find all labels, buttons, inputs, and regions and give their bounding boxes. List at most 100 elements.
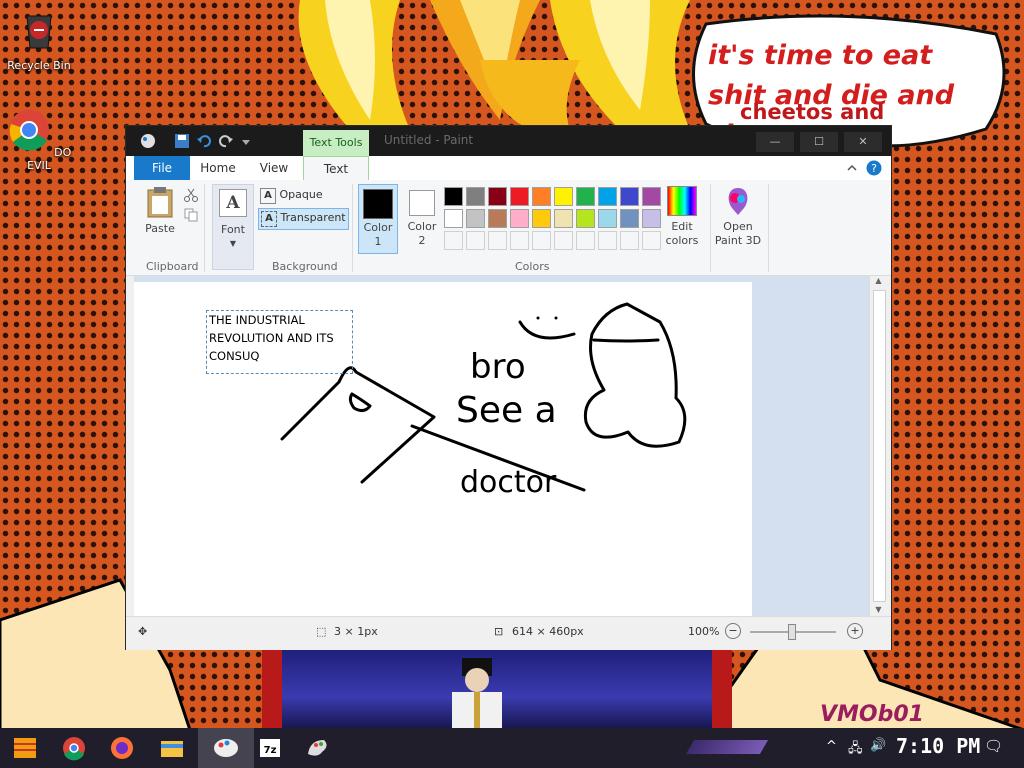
color1-swatch: [363, 189, 393, 219]
chrome-taskbar-icon[interactable]: [56, 732, 92, 764]
paint-app-taskbar-icon[interactable]: [300, 732, 336, 764]
tab-file[interactable]: File: [134, 156, 190, 180]
palette-swatch[interactable]: [466, 187, 485, 206]
zoom-in-button[interactable]: +: [847, 623, 863, 639]
palette-custom-slot[interactable]: [466, 231, 485, 250]
collapse-ribbon-icon[interactable]: [846, 162, 858, 174]
drawing-word-bro: bro: [470, 347, 526, 387]
palette-swatch[interactable]: [554, 209, 573, 228]
color2-button[interactable]: Color 2: [402, 184, 442, 254]
palette-swatch[interactable]: [488, 187, 507, 206]
zoom-out-button[interactable]: −: [725, 623, 741, 639]
help-icon[interactable]: ?: [866, 160, 882, 176]
desktop-icon-recycle-bin[interactable]: Recycle Bin: [4, 8, 74, 72]
canvas-area: bro See a doctor THE INDUSTRIAL REVOLUTI…: [134, 276, 876, 616]
paint-app-icon: [141, 134, 155, 148]
palette-swatch[interactable]: [532, 187, 551, 206]
palette-swatch[interactable]: [554, 187, 573, 206]
clipboard-group-label: Clipboard: [146, 260, 199, 273]
file-explorer-taskbar-icon[interactable]: [154, 732, 190, 764]
save-icon[interactable]: [174, 133, 190, 149]
palette-custom-slot[interactable]: [510, 231, 529, 250]
text-input-box[interactable]: THE INDUSTRIAL REVOLUTION AND ITS CONSUQ: [206, 310, 353, 374]
bubble-caption-overlap: cheetos and: [740, 100, 885, 124]
tab-text[interactable]: Text: [303, 156, 369, 180]
palette-swatch[interactable]: [576, 209, 595, 228]
contextual-tab-text-tools: Text Tools: [303, 130, 369, 156]
font-button[interactable]: A Font ▼: [212, 184, 254, 270]
scroll-up-icon[interactable]: ▲: [870, 276, 887, 285]
edit-colors-label: Edit colors: [665, 220, 699, 247]
canvas-text-line: THE INDUSTRIAL: [209, 313, 305, 327]
ribbon-tabs: File Home View Text ?: [126, 156, 891, 180]
close-button[interactable]: ✕: [844, 132, 882, 152]
copy-icon[interactable]: [184, 208, 198, 222]
palette-swatch[interactable]: [532, 209, 551, 228]
drawing-word-doctor: doctor: [460, 465, 557, 500]
cut-icon[interactable]: [184, 188, 198, 202]
font-label: Font: [221, 223, 245, 236]
paste-icon: [147, 187, 173, 218]
maximize-button[interactable]: ☐: [800, 132, 838, 152]
color2-swatch: [409, 190, 435, 216]
minimize-button[interactable]: —: [756, 132, 794, 152]
open-paint3d-button[interactable]: Open Paint 3D: [712, 186, 764, 248]
palette-swatch[interactable]: [620, 187, 639, 206]
edit-colors-button[interactable]: Edit colors: [660, 186, 704, 248]
scroll-thumb[interactable]: [873, 290, 886, 602]
vertical-scrollbar[interactable]: ▲ ▼: [869, 276, 887, 616]
tab-view[interactable]: View: [246, 156, 302, 180]
colors-group-label: Colors: [515, 260, 550, 273]
palette-swatch[interactable]: [598, 187, 617, 206]
palette-swatch[interactable]: [510, 187, 529, 206]
palette-custom-slot[interactable]: [576, 231, 595, 250]
palette-custom-slot[interactable]: [642, 231, 661, 250]
palette-custom-slot[interactable]: [532, 231, 551, 250]
palette-custom-slot[interactable]: [620, 231, 639, 250]
scroll-down-icon[interactable]: ▼: [870, 605, 887, 614]
palette-swatch[interactable]: [466, 209, 485, 228]
network-icon[interactable]: 🖧: [848, 739, 863, 761]
paint-taskbar-button-active[interactable]: [198, 728, 254, 768]
poster-artwork: [262, 648, 732, 730]
palette-custom-slot[interactable]: [554, 231, 573, 250]
zoom-slider-thumb[interactable]: [788, 624, 796, 640]
start-button-icon[interactable]: [6, 732, 42, 764]
canvas-size: 614 × 460px: [512, 625, 584, 638]
firefox-taskbar-icon[interactable]: [104, 732, 140, 764]
paint-window: Text Tools Untitled - Paint — ☐ ✕ File H…: [125, 125, 892, 650]
zoom-level: 100%: [688, 625, 720, 638]
palette-swatch[interactable]: [444, 209, 463, 228]
transparent-option[interactable]: A Transparent: [258, 208, 349, 230]
redo-icon[interactable]: [218, 133, 234, 149]
transparent-label: Transparent: [280, 211, 346, 224]
drawing-canvas[interactable]: bro See a doctor THE INDUSTRIAL REVOLUTI…: [134, 282, 752, 616]
customize-toolbar-icon[interactable]: [238, 133, 254, 149]
canvas-size-icon: ⊡: [494, 625, 504, 638]
taskbar-clock[interactable]: 7:10 PM: [896, 734, 980, 758]
opaque-label: Opaque: [279, 188, 323, 201]
palette-custom-slot[interactable]: [444, 231, 463, 250]
undo-icon[interactable]: [196, 133, 212, 149]
separator: [204, 184, 205, 272]
palette-swatch[interactable]: [642, 209, 661, 228]
palette-swatch[interactable]: [598, 209, 617, 228]
palette-custom-slot[interactable]: [488, 231, 507, 250]
opaque-option[interactable]: A Opaque: [260, 188, 323, 204]
palette-swatch[interactable]: [576, 187, 595, 206]
palette-swatch[interactable]: [510, 209, 529, 228]
show-hidden-icons-icon[interactable]: ^: [826, 739, 837, 754]
volume-icon[interactable]: 🔊: [870, 738, 886, 753]
color1-button[interactable]: Color 1: [358, 184, 398, 254]
palette-swatch[interactable]: [642, 187, 661, 206]
tab-home[interactable]: Home: [190, 156, 246, 180]
notifications-icon[interactable]: 🗨: [984, 737, 1003, 755]
canvas-text-line: CONSUQ: [209, 349, 260, 363]
paste-button[interactable]: Paste: [138, 186, 182, 236]
palette-swatch[interactable]: [444, 187, 463, 206]
palette-custom-slot[interactable]: [598, 231, 617, 250]
desktop-icon-do-evil[interactable]: DO EVIL: [4, 108, 74, 172]
palette-swatch[interactable]: [488, 209, 507, 228]
palette-swatch[interactable]: [620, 209, 639, 228]
7zip-taskbar-icon[interactable]: 7z: [252, 732, 288, 764]
